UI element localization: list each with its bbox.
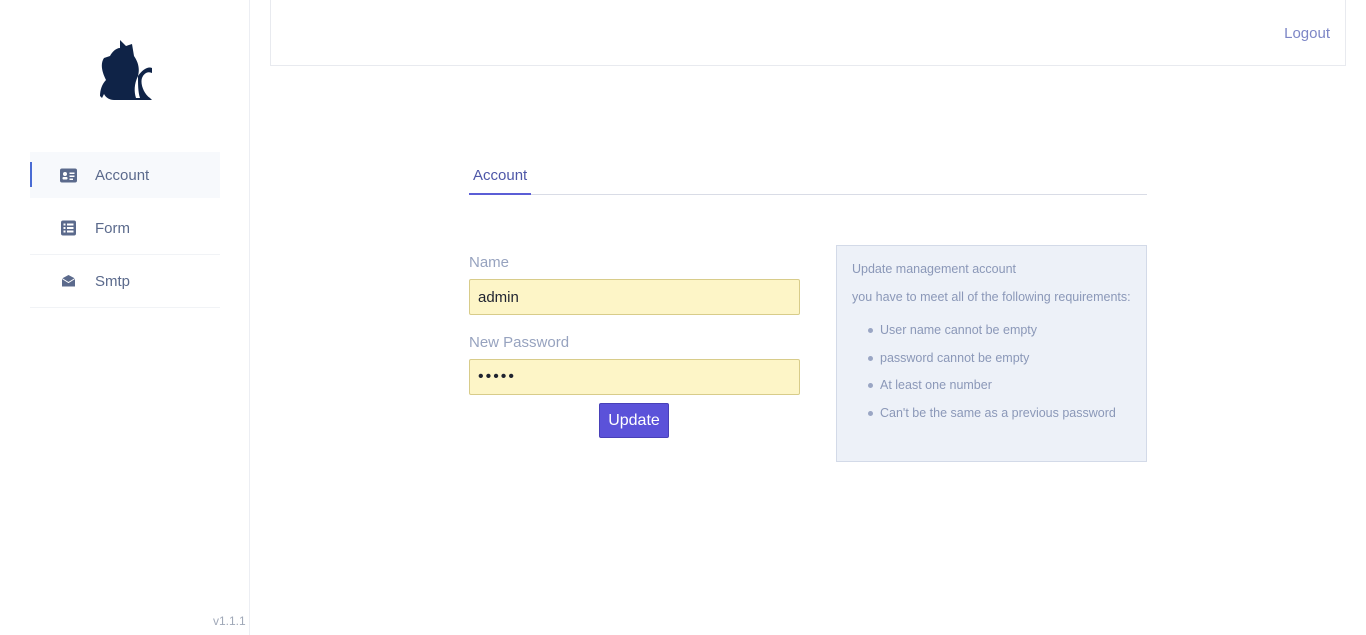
requirements-list: User name cannot be empty password canno… bbox=[852, 321, 1131, 431]
requirements-panel: Update management account you have to me… bbox=[836, 245, 1147, 462]
sidebar-item-smtp[interactable]: Smtp bbox=[30, 255, 220, 308]
cat-logo-icon bbox=[100, 40, 152, 100]
new-password-label: New Password bbox=[469, 334, 570, 351]
new-password-input[interactable] bbox=[469, 359, 800, 395]
requirement-item: User name cannot be empty bbox=[868, 321, 1131, 349]
sidebar: Account Form Smtp v1.1.1 bbox=[0, 0, 250, 635]
envelope-icon bbox=[60, 274, 77, 289]
requirements-intro: you have to meet all of the following re… bbox=[852, 290, 1131, 304]
tab-bar: Account bbox=[469, 160, 1147, 195]
name-input[interactable] bbox=[469, 279, 800, 315]
list-icon bbox=[60, 220, 77, 236]
sidebar-item-account[interactable]: Account bbox=[30, 152, 220, 198]
requirement-item: At least one number bbox=[868, 376, 1131, 404]
sidebar-nav: Account Form Smtp bbox=[30, 152, 220, 308]
sidebar-item-label: Form bbox=[95, 219, 130, 237]
requirements-title: Update management account bbox=[852, 262, 1016, 276]
tab-account[interactable]: Account bbox=[469, 160, 532, 195]
top-header: Logout bbox=[270, 0, 1346, 66]
sidebar-item-label: Smtp bbox=[95, 272, 131, 290]
requirement-item: Can't be the same as a previous password bbox=[868, 404, 1131, 432]
app-version: v1.1.1 bbox=[213, 614, 246, 628]
update-button[interactable]: Update bbox=[599, 403, 669, 438]
cat-logo[interactable] bbox=[98, 40, 154, 102]
sidebar-item-form[interactable]: Form bbox=[30, 202, 220, 255]
sidebar-item-label: Account bbox=[95, 166, 150, 184]
logout-link[interactable]: Logout bbox=[1284, 25, 1330, 42]
id-card-icon bbox=[60, 168, 77, 183]
requirement-item: password cannot be empty bbox=[868, 349, 1131, 377]
name-label: Name bbox=[469, 254, 510, 271]
